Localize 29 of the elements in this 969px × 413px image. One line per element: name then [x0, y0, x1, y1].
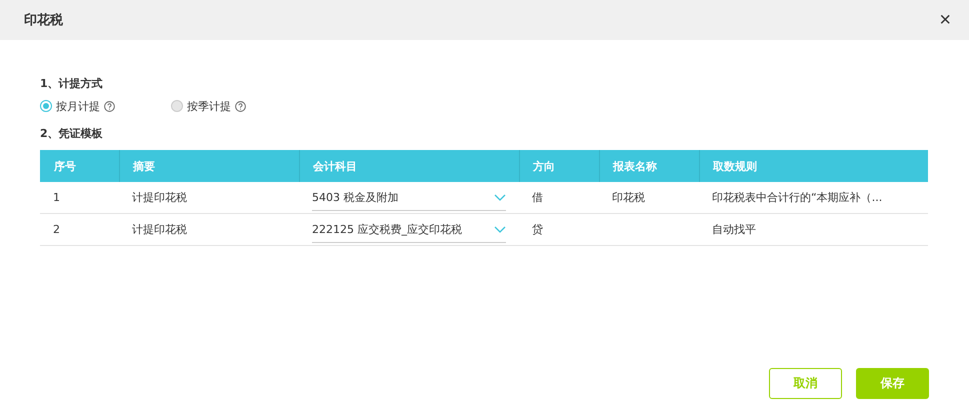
table-cell: 2: [40, 214, 119, 246]
column-header: 序号: [40, 150, 119, 182]
table-cell: 借: [519, 182, 599, 214]
radio-button[interactable]: [40, 100, 52, 112]
column-header: 报表名称: [599, 150, 699, 182]
section-title: 2、凭证模板: [40, 126, 104, 142]
help-icon[interactable]: [235, 100, 246, 112]
chevron-down-icon: [494, 226, 506, 232]
table-cell: 自动找平: [699, 214, 928, 246]
table-cell: 贷: [519, 214, 599, 246]
help-icon[interactable]: [104, 100, 115, 112]
section-title: 1、计提方式: [40, 76, 104, 92]
account-select[interactable]: 222125 应交税费_应交印花税: [312, 216, 506, 242]
column-header: 摘要: [119, 150, 299, 182]
dialog-title: 印花税: [24, 12, 63, 29]
table-cell: 1: [40, 182, 119, 214]
table-cell: 计提印花税: [119, 182, 299, 214]
radio-label[interactable]: 按月计提: [56, 98, 100, 114]
account-select[interactable]: 5403 税金及附加: [312, 184, 506, 210]
table-cell: 计提印花税: [119, 214, 299, 246]
table-cell: 印花税表中合计行的“本期应补（...: [699, 182, 928, 214]
chevron-down-icon: [494, 194, 506, 200]
column-header: 取数规则: [699, 150, 928, 182]
column-header: 会计科目: [299, 150, 519, 182]
radio-label[interactable]: 按季计提: [187, 98, 231, 114]
close-button[interactable]: ×: [939, 10, 951, 30]
column-header: 方向: [519, 150, 599, 182]
table-cell: 印花税: [599, 182, 699, 214]
radio-button[interactable]: [171, 100, 183, 112]
